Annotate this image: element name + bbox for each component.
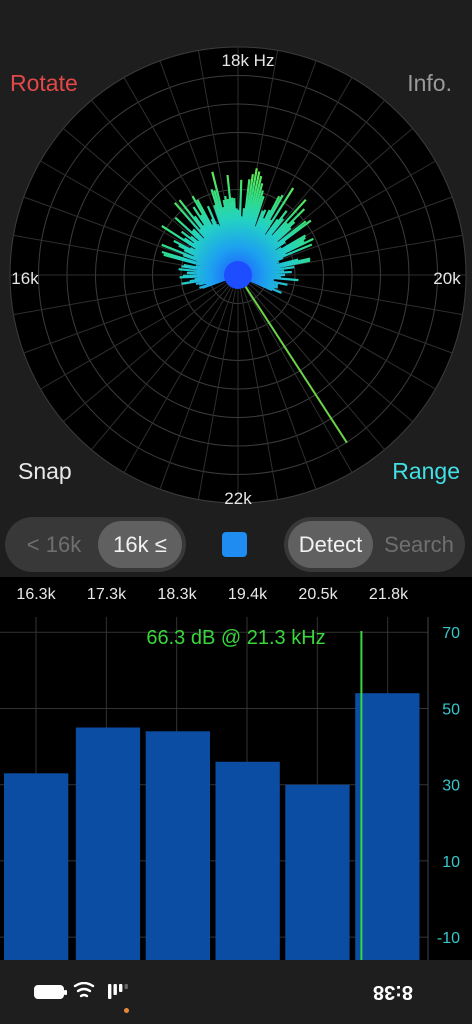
- y-tick-label: 10: [442, 854, 460, 871]
- polar-label-bottom: 22k: [224, 489, 252, 508]
- wifi-icon: [73, 982, 95, 998]
- snap-button[interactable]: Snap: [18, 458, 72, 485]
- rotate-button[interactable]: Rotate: [10, 70, 78, 97]
- polar-label-left: 16k: [11, 269, 39, 288]
- spectrum-bar-chart: -10 10 30 50 70 16.3k 17.3k 18.3k 19.4k 20.5k 21.8…: [0, 586, 460, 960]
- x-tick-label: 21.8k: [369, 586, 409, 603]
- bar: [75, 727, 141, 960]
- clock: 8:38: [373, 981, 414, 1003]
- x-tick-label: 17.3k: [87, 586, 127, 603]
- spectrum-bar-chart-panel: -10 10 30 50 70 16.3k 17.3k 18.3k 19.4k 20.5k 21.8…: [0, 577, 472, 960]
- signal-icon: [108, 984, 128, 999]
- polar-label-top: 18k Hz: [222, 51, 275, 70]
- info-button[interactable]: Info.: [407, 70, 452, 97]
- bar: [285, 784, 350, 960]
- activity-dot: [124, 1008, 129, 1013]
- y-tick-label: -10: [437, 930, 460, 947]
- y-tick-label: 70: [442, 625, 460, 642]
- x-tick-label: 19.4k: [228, 586, 268, 603]
- y-tick-label: 30: [442, 778, 460, 795]
- search-mode-option[interactable]: Search: [377, 521, 461, 568]
- peak-readout: 66.3 dB @ 21.3 kHz: [146, 627, 325, 649]
- x-tick-label: 16.3k: [16, 586, 56, 603]
- y-tick-label: 50: [442, 701, 460, 718]
- bar: [4, 773, 69, 960]
- status-bar: 8:38: [0, 960, 472, 1024]
- bar: [215, 761, 280, 960]
- range-below-16k-option[interactable]: < 16k: [10, 521, 98, 568]
- detect-mode-option[interactable]: Detect: [288, 521, 373, 568]
- polar-label-right: 20k: [433, 269, 461, 288]
- battery-icon: [34, 985, 67, 999]
- range-above-16k-option[interactable]: 16k ≤: [98, 521, 182, 568]
- frequency-range-segmented-control: < 16k 16k ≤: [5, 517, 186, 572]
- bar: [145, 731, 210, 960]
- polar-center: [224, 261, 252, 289]
- mode-segmented-control: Detect Search: [284, 517, 465, 572]
- polar-spectrum-view[interactable]: 18k Hz 16k 20k 22k Rotate Info. Snap Range: [0, 0, 472, 515]
- color-swatch-button[interactable]: [222, 532, 247, 557]
- bar: [355, 693, 420, 960]
- x-tick-label: 20.5k: [298, 586, 338, 603]
- x-tick-label: 18.3k: [157, 586, 197, 603]
- range-button[interactable]: Range: [392, 458, 460, 485]
